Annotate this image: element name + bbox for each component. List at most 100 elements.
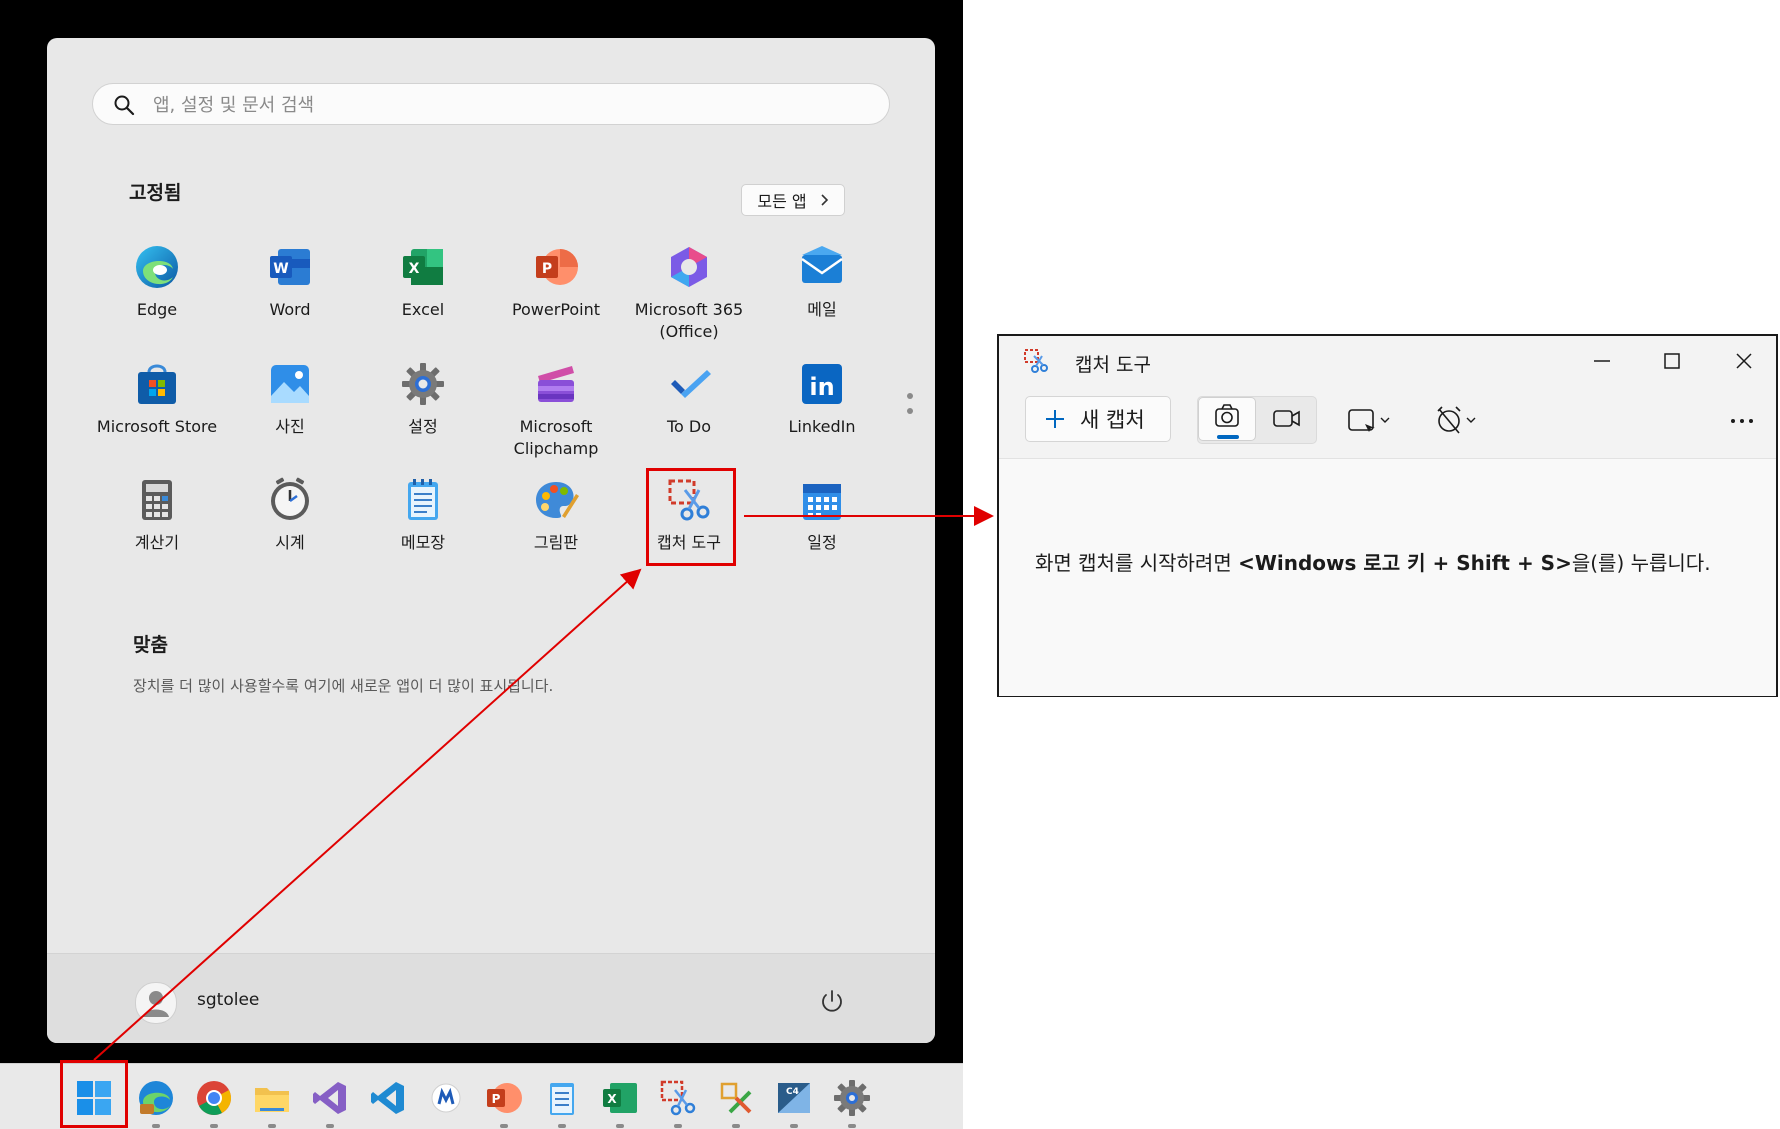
pinned-app-store[interactable]: Microsoft Store xyxy=(92,360,222,470)
pinned-app-microsoft365[interactable]: Microsoft 365 (Office) xyxy=(624,243,754,353)
video-mode-button[interactable] xyxy=(1258,397,1314,441)
powerpoint-icon: P xyxy=(536,249,578,285)
close-button[interactable] xyxy=(1724,346,1764,376)
more-options-button[interactable] xyxy=(1723,402,1763,438)
taskbar-notepad[interactable] xyxy=(536,1072,588,1128)
taskbar-app[interactable] xyxy=(420,1072,472,1124)
pinned-app-word[interactable]: W Word xyxy=(225,243,355,353)
power-icon[interactable] xyxy=(819,988,845,1014)
taskbar: P X C4 xyxy=(0,1063,963,1129)
pinned-app-label: 시계 xyxy=(275,533,305,552)
search-box[interactable] xyxy=(92,83,890,125)
taskbar-powerpoint[interactable]: P xyxy=(478,1072,530,1128)
close-icon xyxy=(1736,353,1752,369)
taskbar-chrome[interactable] xyxy=(188,1072,240,1128)
pinned-app-label: PowerPoint xyxy=(511,300,601,319)
timer-off-icon xyxy=(1437,406,1476,434)
pinned-app-paint[interactable]: 그림판 xyxy=(491,476,621,586)
pinned-app-photos[interactable]: 사진 xyxy=(225,360,355,470)
pinned-app-label: Microsoft Clipchamp xyxy=(513,417,599,458)
pinned-app-label: Microsoft Store xyxy=(96,417,218,436)
taskbar-game[interactable]: C4 xyxy=(768,1072,820,1128)
pinned-app-label: To Do xyxy=(666,417,712,436)
snipping-tool-icon xyxy=(660,1080,696,1116)
taskbar-visual-studio[interactable] xyxy=(304,1072,356,1128)
settings-icon xyxy=(834,1080,870,1116)
settings-icon xyxy=(402,363,444,405)
start-menu: 고정됨 모든 앱 Edge W Word X Excel xyxy=(47,38,935,1043)
notepad-icon xyxy=(408,479,438,520)
pinned-app-powerpoint[interactable]: P PowerPoint xyxy=(491,243,621,353)
snipping-tool-window: 캡처 도구 새 캡처 화면 캡처를 시작하려면 <Windows 로고 키 + … xyxy=(997,334,1778,697)
user-icon xyxy=(143,991,169,1017)
avatar[interactable] xyxy=(135,982,177,1024)
pinned-app-settings[interactable]: 설정 xyxy=(358,360,488,470)
pinned-app-label: 메모장 xyxy=(400,533,446,552)
new-capture-label: 새 캡처 xyxy=(1080,408,1145,432)
edge-icon xyxy=(136,246,178,288)
todo-icon xyxy=(671,370,711,398)
vscode-icon xyxy=(371,1082,404,1114)
pinned-app-label: 메일 xyxy=(807,300,837,319)
pinned-app-excel[interactable]: X Excel xyxy=(358,243,488,353)
word-icon: W xyxy=(270,249,310,285)
capture-mode-group xyxy=(1197,396,1317,444)
paint-icon xyxy=(536,482,579,518)
minimize-button[interactable] xyxy=(1582,346,1622,376)
file-explorer-icon xyxy=(255,1088,289,1112)
new-capture-button[interactable]: 새 캡처 xyxy=(1025,396,1171,442)
screenshot-mode-button[interactable] xyxy=(1198,397,1256,441)
pinned-app-edge[interactable]: Edge xyxy=(92,243,222,353)
user-name[interactable]: sgtolee xyxy=(197,990,259,1010)
delay-dropdown[interactable] xyxy=(1427,402,1485,438)
pinned-app-label: 그림판 xyxy=(533,533,579,552)
pinned-app-label: Edge xyxy=(136,300,178,319)
pinned-app-calculator[interactable]: 계산기 xyxy=(92,476,222,586)
clipchamp-icon xyxy=(538,366,574,402)
microsoft365-icon xyxy=(671,247,707,287)
maximize-button[interactable] xyxy=(1652,346,1692,376)
all-apps-button[interactable]: 모든 앱 xyxy=(741,184,845,216)
store-icon xyxy=(138,364,176,404)
page-dots[interactable] xyxy=(907,393,915,423)
pinned-app-label: 일정 xyxy=(807,533,837,552)
pinned-app-label: LinkedIn xyxy=(788,417,856,436)
video-camera-icon xyxy=(1273,410,1300,427)
excel-icon: X xyxy=(603,1083,637,1113)
taskbar-snipping-tool[interactable] xyxy=(652,1072,704,1128)
edge-icon xyxy=(139,1081,173,1115)
svg-text:P: P xyxy=(542,261,552,277)
visual-studio-icon xyxy=(313,1082,346,1114)
search-input[interactable] xyxy=(151,91,855,119)
snip-shape-dropdown[interactable] xyxy=(1339,402,1397,438)
svg-text:X: X xyxy=(409,261,420,277)
pinned-app-clock[interactable]: 시계 xyxy=(225,476,355,586)
message-prefix: 화면 캡처를 시작하려면 xyxy=(1035,551,1239,575)
pinned-app-clipchamp[interactable]: Microsoft Clipchamp xyxy=(491,360,621,470)
rectangle-snip-icon xyxy=(1348,409,1390,432)
svg-text:X: X xyxy=(607,1092,617,1106)
search-icon xyxy=(114,95,135,116)
taskbar-tool[interactable] xyxy=(710,1072,762,1128)
plus-icon xyxy=(1046,410,1064,428)
pinned-app-notepad[interactable]: 메모장 xyxy=(358,476,488,586)
taskbar-vscode[interactable] xyxy=(362,1072,414,1124)
pinned-title: 고정됨 xyxy=(129,182,182,204)
pinned-app-label: 계산기 xyxy=(134,533,180,552)
pinned-app-todo[interactable]: To Do xyxy=(624,360,754,470)
pinned-app-linkedin[interactable]: in LinkedIn xyxy=(757,360,887,470)
pinned-app-calendar[interactable]: 일정 xyxy=(757,476,887,586)
taskbar-edge[interactable] xyxy=(130,1072,182,1128)
svg-text:in: in xyxy=(809,373,834,401)
pinned-app-mail[interactable]: 메일 xyxy=(757,243,887,353)
all-apps-label: 모든 앱 xyxy=(757,192,807,211)
start-button-highlight xyxy=(60,1060,128,1128)
tool-icon xyxy=(720,1082,752,1114)
notepad-icon xyxy=(550,1083,574,1115)
app-icon xyxy=(431,1083,461,1113)
taskbar-file-explorer[interactable] xyxy=(246,1072,298,1128)
taskbar-settings[interactable] xyxy=(826,1072,878,1128)
taskbar-excel[interactable]: X xyxy=(594,1072,646,1128)
recommended-title: 맞춤 xyxy=(133,634,168,656)
pinned-app-label: Microsoft 365 (Office) xyxy=(634,300,744,341)
